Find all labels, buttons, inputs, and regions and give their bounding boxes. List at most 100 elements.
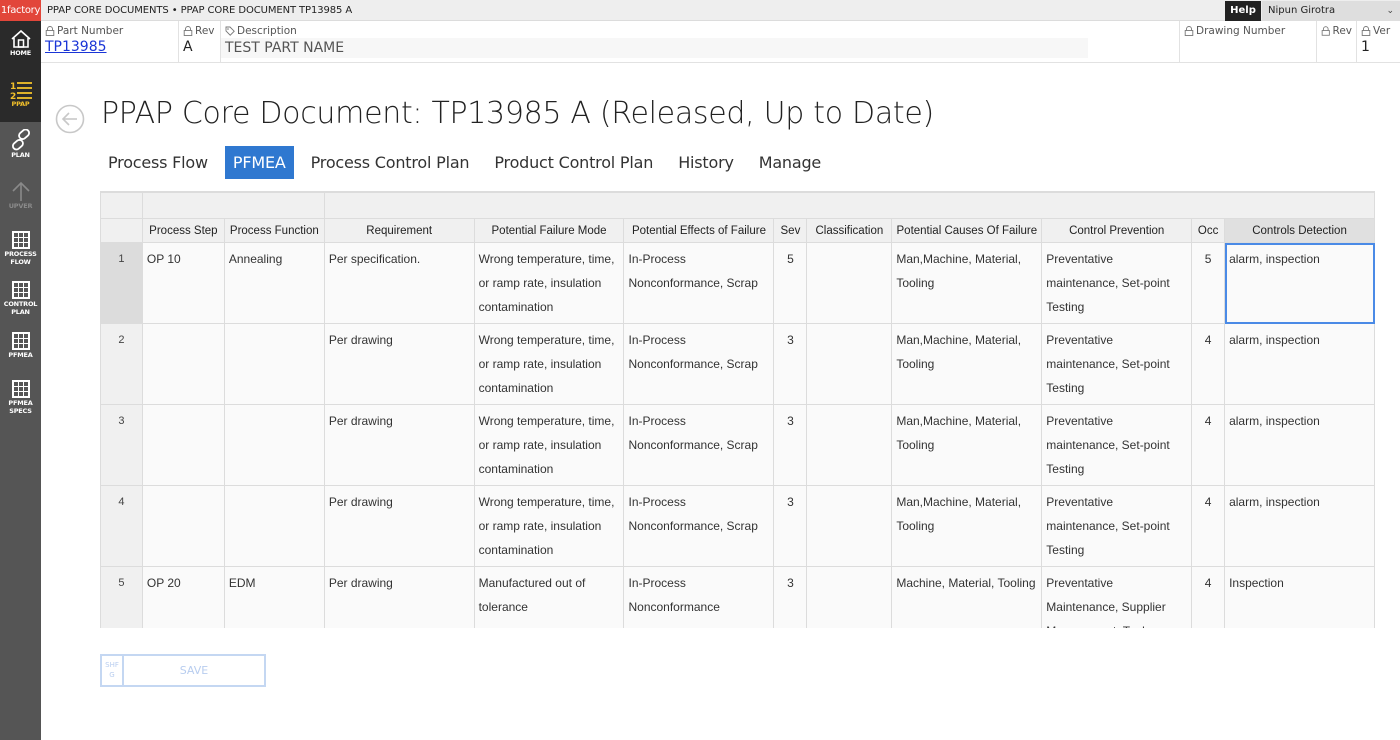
brand-logo[interactable]: 1factory xyxy=(0,0,41,21)
grid-cell[interactable]: In-Process Nonconformance xyxy=(623,566,775,628)
grid-cell[interactable]: OP 20 xyxy=(141,566,225,628)
table-row[interactable]: 4 Per drawing Wrong temperature, time, or … xyxy=(100,485,1375,567)
column-header[interactable]: Sev xyxy=(773,218,808,243)
grid-cell[interactable]: Manufactured out of tolerance xyxy=(473,566,625,628)
grid-cell[interactable] xyxy=(806,242,893,324)
grid-cell[interactable]: EDM xyxy=(223,566,325,628)
grid-cell[interactable] xyxy=(806,485,893,567)
grid-cell[interactable] xyxy=(806,404,893,486)
grid-cell[interactable]: 3 xyxy=(773,323,808,405)
grid-cell[interactable] xyxy=(806,323,893,405)
description-label: Description xyxy=(237,25,297,37)
grid-cell[interactable]: 4 xyxy=(1191,485,1226,567)
grid-cell[interactable]: Per drawing xyxy=(323,485,475,567)
grid-cell[interactable]: Preventative Maintenance, Supplier Manag… xyxy=(1041,566,1193,628)
pfmea-table: Process Step Process Function Requiremen… xyxy=(100,192,1375,628)
grid-cell[interactable]: 3 xyxy=(773,566,808,628)
grid-cell[interactable]: Per drawing xyxy=(323,404,475,486)
column-header[interactable]: Potential Effects of Failure xyxy=(623,218,775,243)
grid-cell[interactable]: alarm, inspection xyxy=(1224,242,1375,324)
row-number[interactable]: 3 xyxy=(100,404,143,486)
tab-manage[interactable]: Manage xyxy=(751,146,829,179)
sidebar-item-home[interactable]: HOME xyxy=(0,29,41,57)
grid-cell[interactable]: 4 xyxy=(1191,566,1226,628)
sidebar-item-control-plan[interactable]: CONTROL PLAN xyxy=(0,280,41,316)
tab-process-flow[interactable]: Process Flow xyxy=(100,146,216,179)
grid-cell[interactable]: Inspection xyxy=(1224,566,1375,628)
back-arrow-icon[interactable] xyxy=(55,104,85,134)
grid-cell[interactable] xyxy=(141,404,225,486)
sidebar-item-process-flow[interactable]: PROCESS FLOW xyxy=(0,230,41,266)
row-number[interactable]: 4 xyxy=(100,485,143,567)
grid-cell[interactable]: Wrong temperature, time, or ramp rate, i… xyxy=(473,242,625,324)
part-number-link[interactable]: TP13985 xyxy=(45,38,174,56)
grid-cell[interactable]: Man,Machine, Material, Tooling xyxy=(891,242,1043,324)
row-number[interactable]: 2 xyxy=(100,323,143,405)
grid-cell[interactable]: alarm, inspection xyxy=(1224,485,1375,567)
sidebar-item-pfmea-specs[interactable]: PFMEA SPECS xyxy=(0,379,41,415)
grid-cell[interactable]: Preventative maintenance, Set-point Test… xyxy=(1041,242,1193,324)
sidebar-item-pfmea[interactable]: PFMEA xyxy=(0,331,41,359)
tab-history[interactable]: History xyxy=(670,146,742,179)
user-menu[interactable]: Nipun Girotra ⌄ xyxy=(1262,1,1400,21)
grid-cell[interactable]: Preventative maintenance, Set-point Test… xyxy=(1041,323,1193,405)
grid-cell[interactable]: OP 10 xyxy=(141,242,225,324)
grid-cell[interactable]: Per drawing xyxy=(323,566,475,628)
grid-cell[interactable]: Annealing xyxy=(223,242,325,324)
row-number[interactable]: 5 xyxy=(100,566,143,628)
grid-cell[interactable]: 4 xyxy=(1191,323,1226,405)
grid-cell[interactable]: In-Process Nonconformance, Scrap xyxy=(623,242,775,324)
table-row[interactable]: 1 OP 10 Annealing Per specification. Wrong t… xyxy=(100,242,1375,324)
grid-cell[interactable] xyxy=(223,323,325,405)
table-row[interactable]: 2 Per drawing Wrong temperature, time, or … xyxy=(100,323,1375,405)
column-header[interactable]: Classification xyxy=(806,218,893,243)
save-button[interactable]: SAVE xyxy=(124,656,264,685)
grid-cell[interactable]: Man,Machine, Material, Tooling xyxy=(891,404,1043,486)
grid-cell[interactable]: 3 xyxy=(773,485,808,567)
grid-cell[interactable]: In-Process Nonconformance, Scrap xyxy=(623,485,775,567)
sidebar-item-ppap[interactable]: 12 PPAP xyxy=(0,80,41,108)
grid-cell[interactable]: alarm, inspection xyxy=(1224,404,1375,486)
tab-pfmea[interactable]: PFMEA xyxy=(224,146,294,179)
description-input[interactable]: TEST PART NAME xyxy=(221,38,1088,58)
pfmea-grid[interactable]: Process Step Process Function Requiremen… xyxy=(100,191,1375,628)
table-row[interactable]: 3 Per drawing Wrong temperature, time, or … xyxy=(100,404,1375,486)
grid-cell[interactable]: Man,Machine, Material, Tooling xyxy=(891,485,1043,567)
column-header[interactable]: Control Prevention xyxy=(1041,218,1193,243)
column-header[interactable]: Process Function xyxy=(223,218,325,243)
tab-process-control-plan[interactable]: Process Control Plan xyxy=(303,146,478,179)
column-header[interactable]: Requirement xyxy=(323,218,475,243)
column-header[interactable]: Process Step xyxy=(141,218,225,243)
column-header[interactable]: Potential Failure Mode xyxy=(473,218,625,243)
grid-cell[interactable]: 5 xyxy=(1191,242,1226,324)
sidebar-item-plan[interactable]: PLAN xyxy=(0,129,41,159)
grid-cell[interactable]: Wrong temperature, time, or ramp rate, i… xyxy=(473,485,625,567)
tab-product-control-plan[interactable]: Product Control Plan xyxy=(486,146,661,179)
grid-cell[interactable]: alarm, inspection xyxy=(1224,323,1375,405)
grid-cell[interactable] xyxy=(141,485,225,567)
row-number[interactable]: 1 xyxy=(100,242,143,324)
column-header[interactable]: Controls Detection xyxy=(1224,218,1375,243)
grid-cell[interactable]: Preventative maintenance, Set-point Test… xyxy=(1041,404,1193,486)
help-button[interactable]: Help xyxy=(1225,1,1261,21)
grid-cell[interactable]: Per specification. xyxy=(323,242,475,324)
grid-cell[interactable] xyxy=(223,404,325,486)
grid-cell[interactable]: Preventative maintenance, Set-point Test… xyxy=(1041,485,1193,567)
table-row[interactable]: 5 OP 20 EDM Per drawing Manufactured out of … xyxy=(100,566,1375,628)
grid-cell[interactable]: In-Process Nonconformance, Scrap xyxy=(623,404,775,486)
grid-cell[interactable] xyxy=(223,485,325,567)
sidebar-item-upver[interactable]: UPVER xyxy=(0,180,41,210)
grid-cell[interactable] xyxy=(806,566,893,628)
grid-cell[interactable]: 4 xyxy=(1191,404,1226,486)
grid-cell[interactable]: Wrong temperature, time, or ramp rate, i… xyxy=(473,323,625,405)
grid-cell[interactable] xyxy=(141,323,225,405)
column-header[interactable]: Occ xyxy=(1191,218,1226,243)
column-header[interactable]: Potential Causes Of Failure xyxy=(891,218,1043,243)
grid-cell[interactable]: In-Process Nonconformance, Scrap xyxy=(623,323,775,405)
grid-cell[interactable]: Per drawing xyxy=(323,323,475,405)
grid-cell[interactable]: Man,Machine, Material, Tooling xyxy=(891,323,1043,405)
grid-cell[interactable]: 5 xyxy=(773,242,808,324)
grid-cell[interactable]: Wrong temperature, time, or ramp rate, i… xyxy=(473,404,625,486)
grid-cell[interactable]: 3 xyxy=(773,404,808,486)
grid-cell[interactable]: Machine, Material, Tooling xyxy=(891,566,1043,628)
